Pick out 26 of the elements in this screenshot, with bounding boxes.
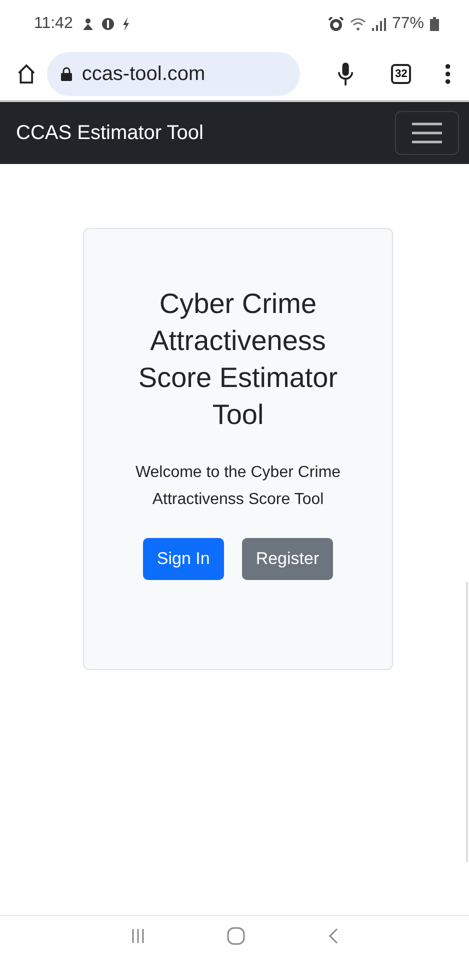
alarm-icon — [328, 16, 344, 32]
menu-icon — [412, 122, 442, 144]
circle-icon — [100, 17, 115, 31]
microphone-icon[interactable] — [338, 62, 354, 86]
page-title: Cyber Crime Attractiveness Score Estimator Tool — [137, 287, 339, 432]
back-icon[interactable] — [328, 928, 338, 944]
clock: 11:42 — [34, 15, 73, 33]
sign-in-button[interactable]: Sign In — [142, 538, 224, 580]
battery-percent: 77% — [392, 15, 424, 33]
signal-icon — [372, 18, 386, 30]
recent-apps-icon[interactable] — [131, 929, 146, 943]
welcome-text: Welcome to the Cyber Crime Attractivenss Score Tool — [134, 463, 342, 510]
home-icon[interactable] — [16, 63, 37, 85]
register-button[interactable]: Register — [242, 538, 334, 580]
brand-link[interactable]: CCAS Estimator Tool — [16, 122, 204, 144]
lightning-icon — [120, 17, 131, 31]
lock-icon — [60, 67, 72, 81]
more-icon[interactable] — [445, 63, 451, 85]
address-bar[interactable]: ccas-tool.com — [46, 52, 300, 96]
menu-button[interactable] — [395, 111, 459, 155]
scrollbar[interactable] — [466, 582, 468, 862]
home-button-icon[interactable] — [227, 927, 246, 945]
notification-icon — [80, 17, 95, 31]
tab-count-button[interactable]: 32 — [391, 64, 412, 84]
battery-icon — [430, 17, 439, 31]
wifi-icon — [350, 18, 366, 30]
